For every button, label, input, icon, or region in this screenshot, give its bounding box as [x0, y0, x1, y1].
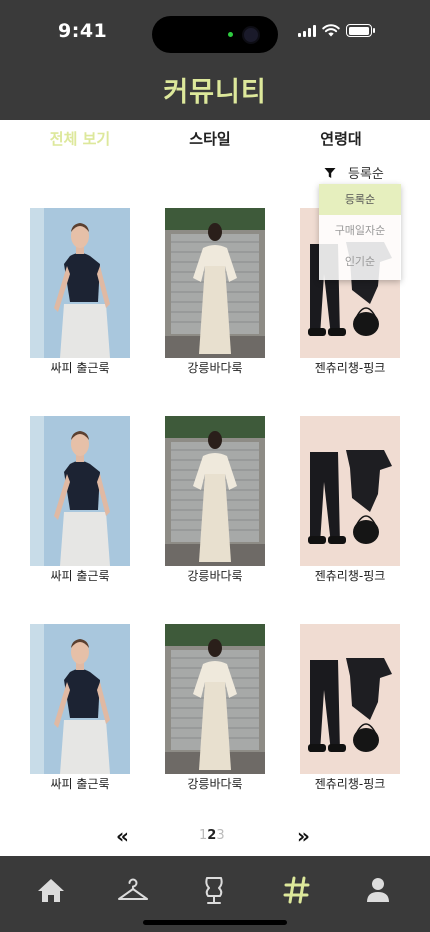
nav-coordi[interactable]: [196, 872, 232, 908]
camera-indicator-icon: [228, 32, 233, 37]
post-card[interactable]: 싸피 출근룩: [30, 208, 130, 376]
page-2[interactable]: 2: [207, 828, 216, 843]
outfit-photo: [300, 624, 400, 774]
nav-community[interactable]: [279, 872, 315, 908]
home-icon: [38, 879, 64, 902]
post-caption: 싸피 출근룩: [50, 569, 110, 583]
model-photo: [165, 416, 265, 566]
post-thumbnail: [30, 416, 130, 566]
post-card[interactable]: 강릉바다룩: [165, 208, 265, 376]
sort-dropdown: 등록순 구매일자순 인기순: [319, 184, 401, 280]
post-thumbnail: [165, 624, 265, 774]
page-3[interactable]: 3: [216, 828, 224, 843]
hanger-icon: [118, 878, 148, 900]
post-thumbnail: [165, 208, 265, 358]
post-caption: 싸피 출근룩: [50, 361, 110, 375]
model-photo: [165, 208, 265, 358]
sort-option-purchase-date[interactable]: 구매일자순: [319, 215, 401, 246]
prev-page-button[interactable]: «: [116, 824, 129, 848]
sort-option-popular[interactable]: 인기순: [319, 246, 401, 277]
app-header: 9:41 커뮤니티: [0, 0, 430, 120]
post-thumbnail: [300, 624, 400, 774]
sort-label: 등록순: [348, 167, 384, 182]
post-card[interactable]: 싸피 출근룩: [30, 624, 130, 792]
outfit-photo: [300, 416, 400, 566]
model-photo: [30, 416, 130, 566]
post-thumbnail: [165, 416, 265, 566]
model-photo: [165, 624, 265, 774]
mannequin-icon: [205, 877, 223, 904]
wifi-icon: [322, 24, 340, 37]
post-caption: 싸피 출근룩: [50, 777, 110, 791]
tab-age-group[interactable]: 연령대: [281, 128, 401, 149]
post-caption: 강릉바다룩: [187, 777, 243, 791]
dynamic-island: [152, 16, 278, 53]
sort-button[interactable]: 등록순: [324, 163, 384, 182]
status-icons: [298, 24, 375, 37]
post-thumbnail: [30, 208, 130, 358]
nav-home[interactable]: [33, 872, 69, 908]
hashtag-icon: [283, 876, 310, 904]
tab-style[interactable]: 스타일: [150, 128, 270, 149]
page-numbers: 123: [199, 828, 225, 843]
post-caption: 강릉바다룩: [187, 361, 243, 375]
post-caption: 젠츄리챙-핑크: [314, 569, 386, 583]
post-card[interactable]: 젠츄리챙-핑크: [300, 416, 400, 584]
post-caption: 젠츄리챙-핑크: [314, 777, 386, 791]
front-camera-icon: [242, 26, 260, 44]
tab-all[interactable]: 전체 보기: [20, 128, 140, 149]
category-tabs: 전체 보기 스타일 연령대: [0, 128, 430, 154]
nav-profile[interactable]: [360, 872, 396, 908]
post-thumbnail: [300, 416, 400, 566]
post-caption: 강릉바다룩: [187, 569, 243, 583]
post-card[interactable]: 싸피 출근룩: [30, 416, 130, 584]
pagination: « 123 »: [0, 824, 430, 848]
page-title: 커뮤니티: [163, 77, 267, 108]
next-page-button[interactable]: »: [297, 824, 310, 848]
sort-option-registered[interactable]: 등록순: [319, 184, 401, 215]
model-photo: [30, 208, 130, 358]
filter-icon: [324, 167, 336, 178]
post-card[interactable]: 젠츄리챙-핑크: [300, 624, 400, 792]
post-card[interactable]: 강릉바다룩: [165, 416, 265, 584]
post-card[interactable]: 강릉바다룩: [165, 624, 265, 792]
model-photo: [30, 624, 130, 774]
nav-closet[interactable]: [115, 872, 151, 908]
bottom-nav: [0, 856, 430, 932]
post-caption: 젠츄리챙-핑크: [314, 361, 386, 375]
home-indicator: [143, 920, 287, 925]
profile-icon: [367, 878, 389, 902]
post-thumbnail: [30, 624, 130, 774]
cellular-signal-icon: [298, 24, 316, 37]
battery-icon: [346, 24, 375, 37]
status-time: 9:41: [58, 20, 108, 42]
